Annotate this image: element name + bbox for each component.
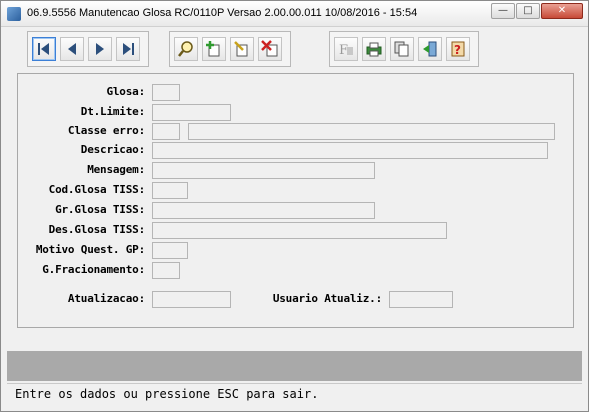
cod-glosa-tiss-field[interactable] bbox=[152, 182, 188, 199]
misc-group: F ? bbox=[329, 31, 479, 67]
edit-group bbox=[169, 31, 291, 67]
maximize-button[interactable]: □ bbox=[516, 3, 540, 19]
svg-text:?: ? bbox=[454, 43, 461, 57]
next-record-button[interactable] bbox=[88, 37, 112, 61]
usuario-atualiz-field[interactable] bbox=[389, 291, 453, 308]
exit-door-icon bbox=[423, 41, 437, 57]
dt-limite-label: Dt.Limite: bbox=[80, 105, 145, 118]
usuario-atualiz-label: Usuario Atualiz.: bbox=[272, 292, 382, 305]
add-record-icon bbox=[206, 41, 220, 57]
previous-record-button[interactable] bbox=[60, 37, 84, 61]
g-fracionamento-label: G.Fracionamento: bbox=[42, 263, 145, 276]
delete-record-button[interactable] bbox=[258, 37, 282, 61]
mensagem-field[interactable] bbox=[152, 162, 375, 179]
motivo-quest-gp-label: Motivo Quest. GP: bbox=[35, 243, 145, 256]
atualizacao-label: Atualizacao: bbox=[67, 292, 145, 305]
help-icon: ? bbox=[451, 41, 465, 57]
search-button[interactable] bbox=[174, 37, 198, 61]
add-record-button[interactable] bbox=[202, 37, 226, 61]
print-button[interactable] bbox=[362, 37, 386, 61]
close-button[interactable]: ✕ bbox=[541, 3, 583, 19]
edit-record-icon bbox=[234, 41, 248, 57]
dt-limite-field[interactable] bbox=[152, 104, 231, 121]
previous-record-icon bbox=[68, 43, 76, 55]
classe-erro-code-field[interactable] bbox=[152, 123, 180, 140]
des-glosa-tiss-label: Des.Glosa TISS: bbox=[48, 223, 146, 236]
next-record-icon bbox=[96, 43, 104, 55]
window-title: 06.9.5556 Manutencao Glosa RC/0110P Vers… bbox=[27, 7, 418, 19]
descricao-field[interactable] bbox=[152, 142, 548, 159]
classe-erro-description-field[interactable] bbox=[188, 123, 555, 140]
app-window: 06.9.5556 Manutencao Glosa RC/0110P Vers… bbox=[0, 0, 589, 412]
app-icon bbox=[7, 7, 21, 21]
glosa-label: Glosa: bbox=[106, 85, 145, 98]
svg-text:F: F bbox=[339, 43, 348, 58]
filter-icon: F bbox=[339, 43, 353, 58]
copy-icon bbox=[394, 41, 409, 57]
atualizacao-field[interactable] bbox=[152, 291, 231, 308]
first-record-button[interactable] bbox=[32, 37, 56, 61]
minimize-button[interactable]: — bbox=[491, 3, 515, 19]
descricao-label: Descricao: bbox=[80, 143, 145, 156]
separator-bar bbox=[7, 351, 582, 381]
gr-glosa-tiss-label: Gr.Glosa TISS: bbox=[55, 203, 145, 216]
toolbar: F ? bbox=[7, 31, 574, 69]
title-bar: 06.9.5556 Manutencao Glosa RC/0110P Vers… bbox=[1, 1, 588, 27]
copy-button[interactable] bbox=[390, 37, 414, 61]
status-bar: Entre os dados ou pressione ESC para sai… bbox=[7, 383, 582, 405]
mensagem-label: Mensagem: bbox=[87, 163, 145, 176]
filter-button[interactable]: F bbox=[334, 37, 358, 61]
g-fracionamento-field[interactable] bbox=[152, 262, 180, 279]
print-icon bbox=[366, 42, 382, 57]
last-record-icon bbox=[123, 43, 134, 55]
gr-glosa-tiss-field[interactable] bbox=[152, 202, 375, 219]
first-record-icon bbox=[38, 43, 49, 55]
help-button[interactable]: ? bbox=[446, 37, 470, 61]
navigation-group bbox=[27, 31, 149, 67]
glosa-field[interactable] bbox=[152, 84, 180, 101]
last-record-button[interactable] bbox=[116, 37, 140, 61]
status-message: Entre os dados ou pressione ESC para sai… bbox=[15, 387, 319, 401]
motivo-quest-gp-field[interactable] bbox=[152, 242, 188, 259]
exit-button[interactable] bbox=[418, 37, 442, 61]
edit-record-button[interactable] bbox=[230, 37, 254, 61]
search-icon bbox=[178, 41, 193, 57]
form-panel: Glosa: Dt.Limite: Classe erro: Descricao… bbox=[17, 73, 574, 328]
des-glosa-tiss-field[interactable] bbox=[152, 222, 447, 239]
cod-glosa-tiss-label: Cod.Glosa TISS: bbox=[48, 183, 146, 196]
delete-record-icon bbox=[261, 40, 278, 57]
classe-erro-label: Classe erro: bbox=[67, 124, 145, 137]
